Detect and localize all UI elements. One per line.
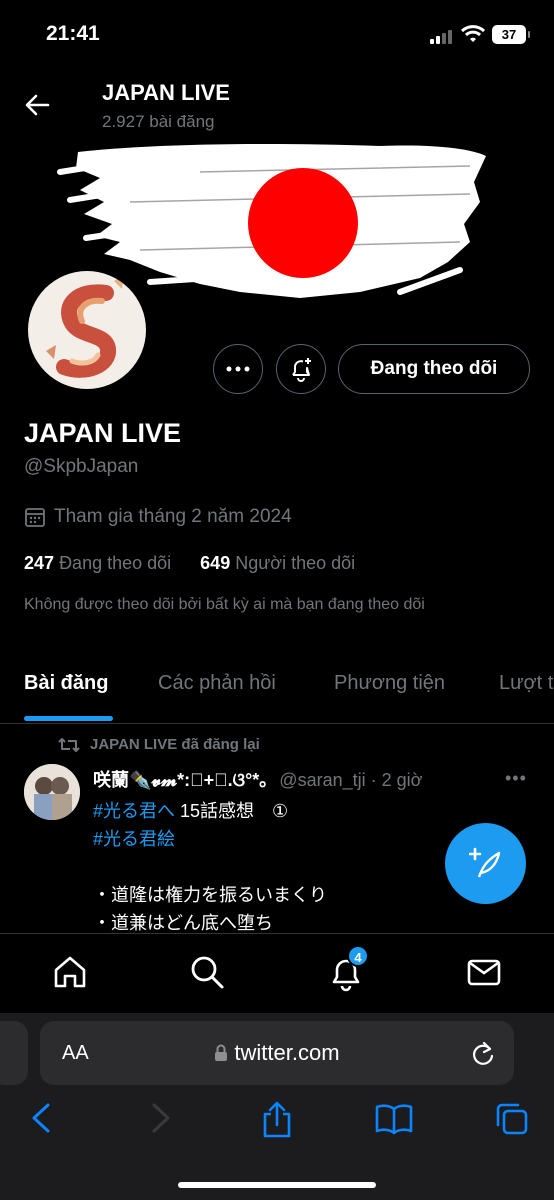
- followers-count: 649: [200, 553, 231, 573]
- wifi-icon: [460, 25, 486, 42]
- joined-date: Tham gia tháng 2 năm 2024: [24, 506, 292, 528]
- notification-badge: 4: [347, 945, 369, 967]
- bell-plus-icon: [292, 358, 311, 382]
- not-followed-note: Không được theo dõi bởi bất kỳ ai mà bạn…: [24, 596, 425, 613]
- profile-avatar[interactable]: [24, 267, 150, 393]
- tab-replies[interactable]: Các phản hồi: [158, 672, 276, 695]
- tweet-author-name[interactable]: 咲蘭✒️𝓿𝓶*:゚+｡.ଓ°*｡: [93, 770, 268, 790]
- home-indicator: [178, 1182, 376, 1188]
- followers-stat[interactable]: 649 Người theo dõi: [200, 553, 355, 573]
- tweet-handle-time: @saran_tji · 2 giờ: [279, 770, 423, 790]
- following-stat[interactable]: 247 Đang theo dõi: [24, 553, 171, 573]
- address-bar[interactable]: AA twitter.com: [40, 1021, 514, 1085]
- header-post-count: 2.927 bài đăng: [102, 112, 215, 131]
- profile-handle: @SkpbJapan: [24, 456, 139, 477]
- lock-icon: [215, 1044, 228, 1061]
- tweet-text-line: 15話感想 ①: [175, 801, 289, 821]
- previous-tab-preview[interactable]: [0, 1021, 28, 1085]
- header-title: JAPAN LIVE: [102, 80, 230, 105]
- repost-label: JAPAN LIVE đã đăng lại: [90, 736, 260, 753]
- hashtag-link[interactable]: #光る君へ: [93, 801, 175, 821]
- hashtag-link[interactable]: #光る君絵: [93, 829, 175, 849]
- following-label: Đang theo dõi: [59, 553, 172, 573]
- bookmarks-book-icon[interactable]: [375, 1101, 413, 1135]
- feather-plus-icon: [468, 847, 500, 877]
- share-icon[interactable]: [260, 1101, 294, 1139]
- browser-chrome: AA twitter.com: [0, 1013, 554, 1200]
- joined-date-text: Tham gia tháng 2 năm 2024: [54, 506, 292, 527]
- home-icon[interactable]: [50, 952, 90, 992]
- tweet-body: #光る君へ 15話感想 ① #光る君絵 ・道隆は権力を振るいまくり ・道兼はどん…: [93, 797, 327, 937]
- reload-icon[interactable]: [470, 1039, 496, 1067]
- follow-stats: 247 Đang theo dõi 649 Người theo dõi: [24, 553, 355, 574]
- active-tab-indicator: [24, 716, 113, 721]
- tweet-more-icon[interactable]: •••: [505, 768, 527, 789]
- back-chevron-icon[interactable]: [28, 1101, 54, 1135]
- messages-envelope-icon[interactable]: [464, 952, 504, 992]
- tweet-text-line: ・道隆は権力を振るいまくり: [93, 885, 327, 905]
- profile-tabs: Bài đăng Các phản hồi Phương tiện Lượt t: [0, 648, 554, 724]
- calendar-icon: [25, 508, 45, 527]
- tab-likes[interactable]: Lượt t: [499, 672, 553, 695]
- tweet-author-avatar[interactable]: [24, 764, 80, 820]
- notifications-toggle-button[interactable]: [276, 344, 326, 394]
- tab-posts[interactable]: Bài đăng: [24, 672, 108, 695]
- tabs-overview-icon[interactable]: [494, 1101, 530, 1137]
- cellular-signal-icon: [430, 30, 456, 44]
- url-field[interactable]: twitter.com: [40, 1040, 514, 1066]
- search-icon[interactable]: [187, 952, 227, 992]
- profile-display-name: JAPAN LIVE: [24, 418, 182, 448]
- skpb-logo-image: [46, 275, 124, 378]
- repost-icon: [58, 737, 80, 752]
- more-dots-icon: [226, 366, 250, 372]
- repost-indicator: JAPAN LIVE đã đăng lại: [58, 736, 260, 753]
- following-button[interactable]: Đang theo dõi: [338, 344, 530, 394]
- battery-icon: 37: [492, 25, 530, 44]
- back-arrow-icon[interactable]: [22, 90, 52, 120]
- more-options-button[interactable]: [213, 344, 263, 394]
- status-bar: 21:41 37: [0, 0, 554, 70]
- profile-header-bar: JAPAN LIVE 2.927 bài đăng: [0, 70, 554, 142]
- forward-chevron-icon[interactable]: [148, 1101, 174, 1135]
- following-count: 247: [24, 553, 55, 573]
- status-time: 21:41: [46, 22, 100, 45]
- author-avatar-image: [24, 764, 80, 820]
- tab-media[interactable]: Phương tiện: [334, 672, 445, 695]
- followers-label: Người theo dõi: [235, 553, 356, 573]
- bottom-navigation: [0, 933, 554, 1013]
- url-text: twitter.com: [234, 1040, 340, 1065]
- tweet-header: 咲蘭✒️𝓿𝓶*:゚+｡.ଓ°*｡ @saran_tji · 2 giờ: [93, 766, 422, 792]
- compose-post-button[interactable]: [445, 823, 526, 904]
